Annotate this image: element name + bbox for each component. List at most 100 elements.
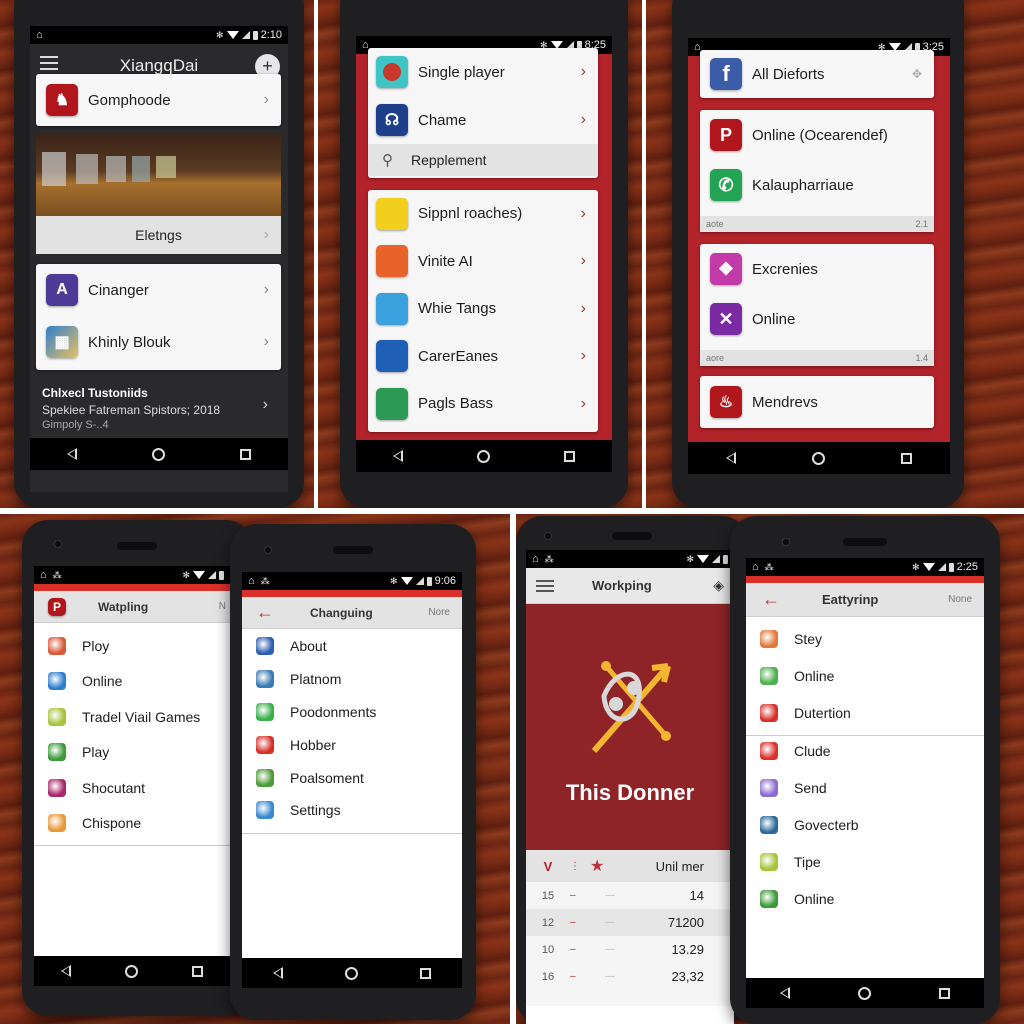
menu-item[interactable]: P Online (Ocearendef)	[700, 110, 934, 160]
app-icon	[256, 801, 274, 820]
menu-item[interactable]: ✕ Online	[700, 294, 934, 344]
recents-icon[interactable]	[939, 987, 950, 999]
list-item[interactable]: Online	[746, 657, 984, 694]
list-item[interactable]: Shocutant	[34, 770, 230, 806]
home-icon[interactable]	[858, 986, 871, 1000]
menu-item[interactable]: Pagls Bass ›	[368, 380, 598, 428]
phone-4-screen: ⌂ ⁂ ✻ P Watpling N Ploy Online Tradel Viail…	[34, 566, 230, 986]
list-item-label: Clude	[794, 742, 831, 759]
back-arrow-icon[interactable]: ←	[762, 589, 780, 610]
home-icon[interactable]	[125, 964, 138, 978]
app-header: ← Changuing Nore	[242, 597, 462, 629]
column-header[interactable]: Unil mer	[616, 859, 734, 874]
list-item[interactable]: Online	[34, 664, 230, 700]
home-icon[interactable]	[151, 447, 165, 461]
back-icon[interactable]	[726, 452, 736, 464]
banner-button[interactable]: Eletngs ›	[36, 216, 281, 254]
list-item[interactable]: Poalsoment	[242, 761, 462, 794]
sort-icon[interactable]: V	[526, 859, 570, 874]
footer-info[interactable]: Chlxecl Tustoniids Spekiee Fatreman Spis…	[42, 386, 278, 431]
home-icon[interactable]	[812, 451, 825, 465]
menu-item-chame[interactable]: ☊ Chame ›	[368, 96, 598, 144]
card-footer-right: 2.1	[915, 219, 928, 229]
list-item[interactable]: Chispone	[34, 806, 230, 842]
back-arrow-icon[interactable]: ←	[256, 602, 274, 623]
app-icon	[256, 735, 274, 754]
table-row[interactable]: 15 – — 14	[526, 882, 734, 909]
menu-item-single-player[interactable]: Single player ›	[368, 48, 598, 96]
card-footer: aore 1.4	[700, 350, 934, 366]
recents-icon[interactable]	[239, 448, 251, 460]
back-icon[interactable]	[393, 450, 403, 462]
recents-icon[interactable]	[420, 967, 431, 979]
mendrevs-card[interactable]: ♨ Mendrevs	[700, 376, 934, 428]
menu-item[interactable]: Sippnl roaches) ›	[368, 190, 598, 238]
settings-gem-icon[interactable]: ◈	[713, 577, 724, 594]
list-item[interactable]: About	[242, 630, 462, 663]
marker-cell: –	[570, 971, 576, 982]
back-icon[interactable]	[67, 448, 78, 460]
list-item[interactable]: Tipe	[746, 843, 984, 880]
menu-item[interactable]: ✆ Kalaupharriaue	[700, 160, 934, 210]
list-item[interactable]: Poodonments	[242, 696, 462, 729]
value-cell: 23,32	[671, 969, 704, 984]
home-icon[interactable]	[477, 449, 490, 463]
marker-cell: –	[570, 917, 576, 928]
bluetooth-icon: ✻	[912, 561, 920, 572]
menu-icon[interactable]	[40, 56, 58, 70]
table-row[interactable]: 12 – — 71200	[526, 909, 734, 936]
list-item-label: About	[290, 638, 327, 655]
wifi-icon	[697, 555, 709, 563]
phone-3: ⌂ ✻ 3:25 f All Dieforts ✥ P Online (Oceare…	[672, 0, 964, 508]
menu-item[interactable]: CarerEanes ›	[368, 333, 598, 381]
table-row[interactable]: 10 – — 13.29	[526, 936, 734, 963]
battery-icon	[723, 554, 728, 564]
recents-icon[interactable]	[564, 450, 575, 462]
back-icon[interactable]	[780, 987, 790, 999]
search-row[interactable]: ⚲ Repplement	[368, 144, 598, 176]
all-efforts-card[interactable]: f All Dieforts ✥	[700, 50, 934, 98]
menu-item[interactable]: ❖ Excrenies	[700, 244, 934, 294]
recents-icon[interactable]	[192, 965, 203, 977]
menu-item[interactable]: Vinite AI ›	[368, 238, 598, 286]
list-item[interactable]: Ploy	[34, 628, 230, 664]
list-item[interactable]: Online	[746, 880, 984, 917]
menu-item-label: Online	[752, 310, 796, 328]
top-item-card[interactable]: ♞ Gomphoode ›	[36, 74, 281, 126]
list-item[interactable]: Send	[746, 769, 984, 806]
list-item[interactable]: Tradel Viail Games	[34, 699, 230, 735]
star-icon[interactable]: ★	[590, 856, 616, 876]
list-item[interactable]: ▦ Khinly Blouk ›	[36, 316, 281, 368]
back-icon[interactable]	[273, 967, 283, 979]
header-right[interactable]: N	[219, 601, 226, 612]
menu-item[interactable]: Whie Tangs ›	[368, 285, 598, 333]
filter-icon[interactable]: ⋮	[570, 861, 590, 872]
header-right[interactable]: None	[948, 594, 972, 605]
home-icon[interactable]	[345, 966, 358, 980]
list-item[interactable]: Settings	[242, 794, 462, 827]
nav-bar	[242, 958, 462, 988]
menu-icon[interactable]	[536, 579, 554, 592]
list-item[interactable]: Platnom	[242, 663, 462, 696]
recents-icon[interactable]	[901, 452, 912, 464]
game-logo-icon: ♞	[46, 84, 78, 116]
list-item-label: Poodonments	[290, 703, 377, 720]
list-item[interactable]: Dutertion	[746, 694, 984, 731]
list-item[interactable]: Govecterb	[746, 806, 984, 843]
list-item-label: Shocutant	[82, 779, 146, 796]
chevron-right-icon: ›	[580, 347, 586, 365]
table-row[interactable]: 16 – — 23,32	[526, 963, 734, 990]
bluetooth-icon: ✻	[686, 553, 694, 564]
list-item[interactable]: Clude	[746, 732, 984, 769]
app-icon	[760, 778, 778, 797]
back-icon[interactable]	[61, 965, 71, 977]
phone-7: ⌂ ⁂ ✻ 2:25 ← Eattyrinp None Stey Online Dute…	[730, 516, 1000, 1024]
list-item[interactable]: Hobber	[242, 728, 462, 761]
header-right[interactable]: Nore	[428, 607, 450, 618]
list-item[interactable]: A Cinanger ›	[36, 264, 281, 316]
app-icon	[256, 702, 274, 721]
crossed-arrows-icon	[591, 661, 671, 753]
list-item[interactable]: Stey	[746, 620, 984, 657]
list-item[interactable]: Play	[34, 735, 230, 771]
card-label: Mendrevs	[752, 393, 818, 411]
